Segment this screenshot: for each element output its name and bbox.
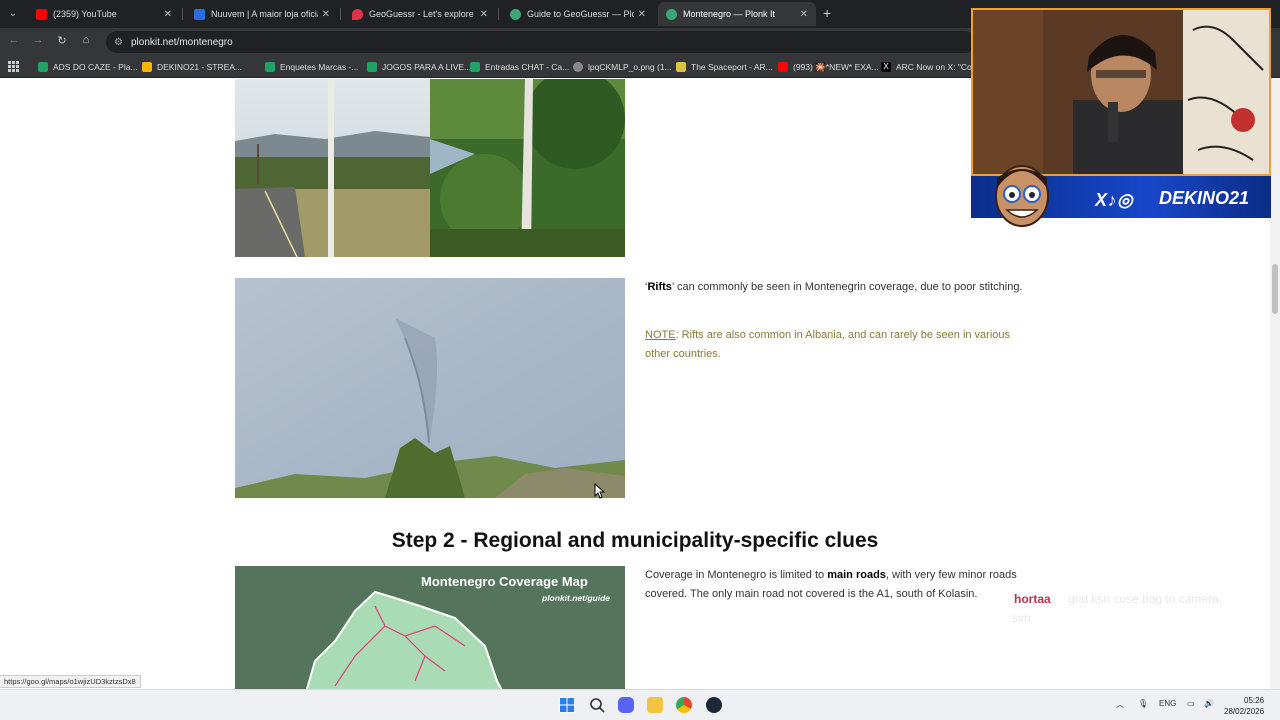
bookmark-item[interactable]: (993) 🎇*NEW* EXA...	[778, 60, 879, 74]
back-icon[interactable]: ←	[6, 34, 22, 46]
map-subtitle: plonkit.net/guide	[542, 593, 610, 603]
steam-icon[interactable]	[706, 697, 722, 713]
step-heading: Step 2 - Regional and municipality-speci…	[391, 529, 879, 552]
close-icon[interactable]: ✕	[164, 9, 172, 20]
plonkit-icon	[510, 8, 521, 20]
coverage-map-image: Montenegro Coverage Map plonkit.net/guid…	[235, 566, 625, 689]
reload-icon[interactable]: ↻	[54, 34, 70, 47]
bookmark-item[interactable]: DEKINO21 - STREA...	[142, 60, 242, 74]
globe-icon	[573, 62, 583, 72]
coverage-paragraph: Coverage in Montenegro is limited to mai…	[645, 569, 1017, 600]
cartoon-avatar-icon	[995, 165, 1049, 227]
bookmark-item[interactable]: X ARC Now on X: "Co...	[881, 60, 979, 74]
bookmark-item[interactable]: lpqCKMLP_o.png (1...	[573, 60, 672, 74]
home-icon[interactable]: ⌂	[78, 34, 94, 46]
tab-guide[interactable]: Guide to GeoGuessr — Plonk It ✕	[502, 2, 654, 26]
tab-label: (2359) YouTube	[53, 9, 117, 19]
channel-name: DEKINO21	[1159, 188, 1250, 208]
webcam-video	[971, 8, 1271, 176]
time-text: 05:26	[1244, 696, 1265, 705]
bookmark-item[interactable]: ADS DO CAZE - Pla...	[38, 60, 138, 74]
date-text: 28/02/2026	[1224, 707, 1265, 716]
map-title: Montenegro Coverage Map	[421, 574, 588, 589]
tab-nuuvem[interactable]: Nuuvem | A maior loja oficial de ✕	[186, 2, 338, 26]
network-icon[interactable]: ▭	[1187, 699, 1195, 708]
sheets-icon	[38, 62, 48, 72]
new-tab-button[interactable]: +	[823, 5, 831, 21]
tab-youtube[interactable]: (2359) YouTube ✕	[28, 2, 180, 26]
bookmark-item[interactable]: The Spaceport - AR...	[676, 60, 773, 74]
map-pin-icon	[352, 8, 363, 20]
forward-icon[interactable]: →	[30, 34, 46, 46]
tab-geoguessr[interactable]: GeoGuessr - Let's explore the w ✕	[344, 2, 496, 26]
microphone-icon[interactable]: 🎙	[1138, 699, 1148, 708]
file-explorer-icon[interactable]	[647, 697, 663, 713]
street-view-photo-rift	[235, 278, 625, 498]
rifts-paragraph: ‘Rifts’ can commonly be seen in Monteneg…	[645, 281, 1023, 293]
bookmark-item[interactable]: Enquetes Marcas -...	[265, 60, 358, 74]
tab-label: Montenegro — Plonk It	[683, 9, 776, 19]
discord-icon[interactable]	[618, 697, 634, 713]
tab-montenegro[interactable]: Montenegro — Plonk It ✕	[658, 2, 816, 26]
note-link[interactable]: NOTE	[645, 329, 676, 341]
chat-message-cont: sim	[1012, 611, 1031, 625]
tab-label: Nuuvem | A maior loja oficial de	[211, 9, 318, 19]
scroll-thumb[interactable]	[1272, 264, 1278, 314]
youtube-icon	[36, 8, 47, 20]
tab-search-icon[interactable]: ⌄	[4, 5, 22, 23]
chat-message: gnd ksn cose bog to camera,	[1068, 592, 1223, 606]
social-icons: X♪◎	[1095, 190, 1134, 210]
street-view-photo-poles	[235, 79, 625, 257]
note-paragraph: NOTE: Rifts are also common in Albania, …	[645, 329, 1011, 360]
bookmark-item[interactable]: JOGOS PARA A LIVE...	[367, 60, 471, 74]
sheets-icon	[470, 62, 480, 72]
chat-username: hortaa	[1014, 592, 1051, 606]
language-indicator[interactable]: ENG	[1159, 699, 1176, 708]
webcam-overlay: X♪◎ DEKINO21	[971, 8, 1271, 227]
plonkit-icon	[666, 8, 677, 20]
youtube-icon	[778, 62, 788, 72]
apps-grid-icon[interactable]	[8, 61, 19, 72]
chrome-icon[interactable]	[676, 697, 692, 713]
close-icon[interactable]: ✕	[322, 9, 330, 20]
x-icon: X	[881, 62, 891, 72]
page-scrollbar[interactable]	[1270, 79, 1280, 689]
bookmark-item[interactable]: Entradas CHAT - Ca...	[470, 60, 569, 74]
windows-start-icon[interactable]	[559, 697, 575, 713]
mouse-cursor-icon	[594, 483, 606, 499]
close-icon[interactable]: ✕	[638, 9, 646, 20]
sheets-icon	[367, 62, 377, 72]
nuuvem-icon	[194, 8, 205, 20]
status-link-url: https://goo.gl/maps/o1wjizUD3kztzsDx8	[0, 675, 141, 688]
volume-icon[interactable]: 🔊	[1204, 699, 1214, 708]
spaceport-icon	[676, 62, 686, 72]
search-icon[interactable]	[589, 697, 605, 713]
chevron-up-icon[interactable]: ︿	[1116, 699, 1124, 710]
close-icon[interactable]: ✕	[480, 9, 488, 20]
tab-label: GeoGuessr - Let's explore the w	[369, 9, 476, 19]
drive-icon	[142, 62, 152, 72]
tab-label: Guide to GeoGuessr — Plonk It	[527, 9, 634, 19]
close-icon[interactable]: ✕	[800, 9, 808, 20]
sheets-icon	[265, 62, 275, 72]
windows-taskbar: ︿ 🎙 ENG ▭ 🔊 05:26 28/02/2026	[0, 689, 1280, 720]
site-info-icon[interactable]: ⚙	[114, 37, 123, 48]
address-bar[interactable]: ⚙ plonkit.net/montenegro	[106, 31, 976, 53]
url-text: plonkit.net/montenegro	[130, 36, 233, 48]
clock[interactable]: 05:26 28/02/2026	[1224, 695, 1264, 717]
